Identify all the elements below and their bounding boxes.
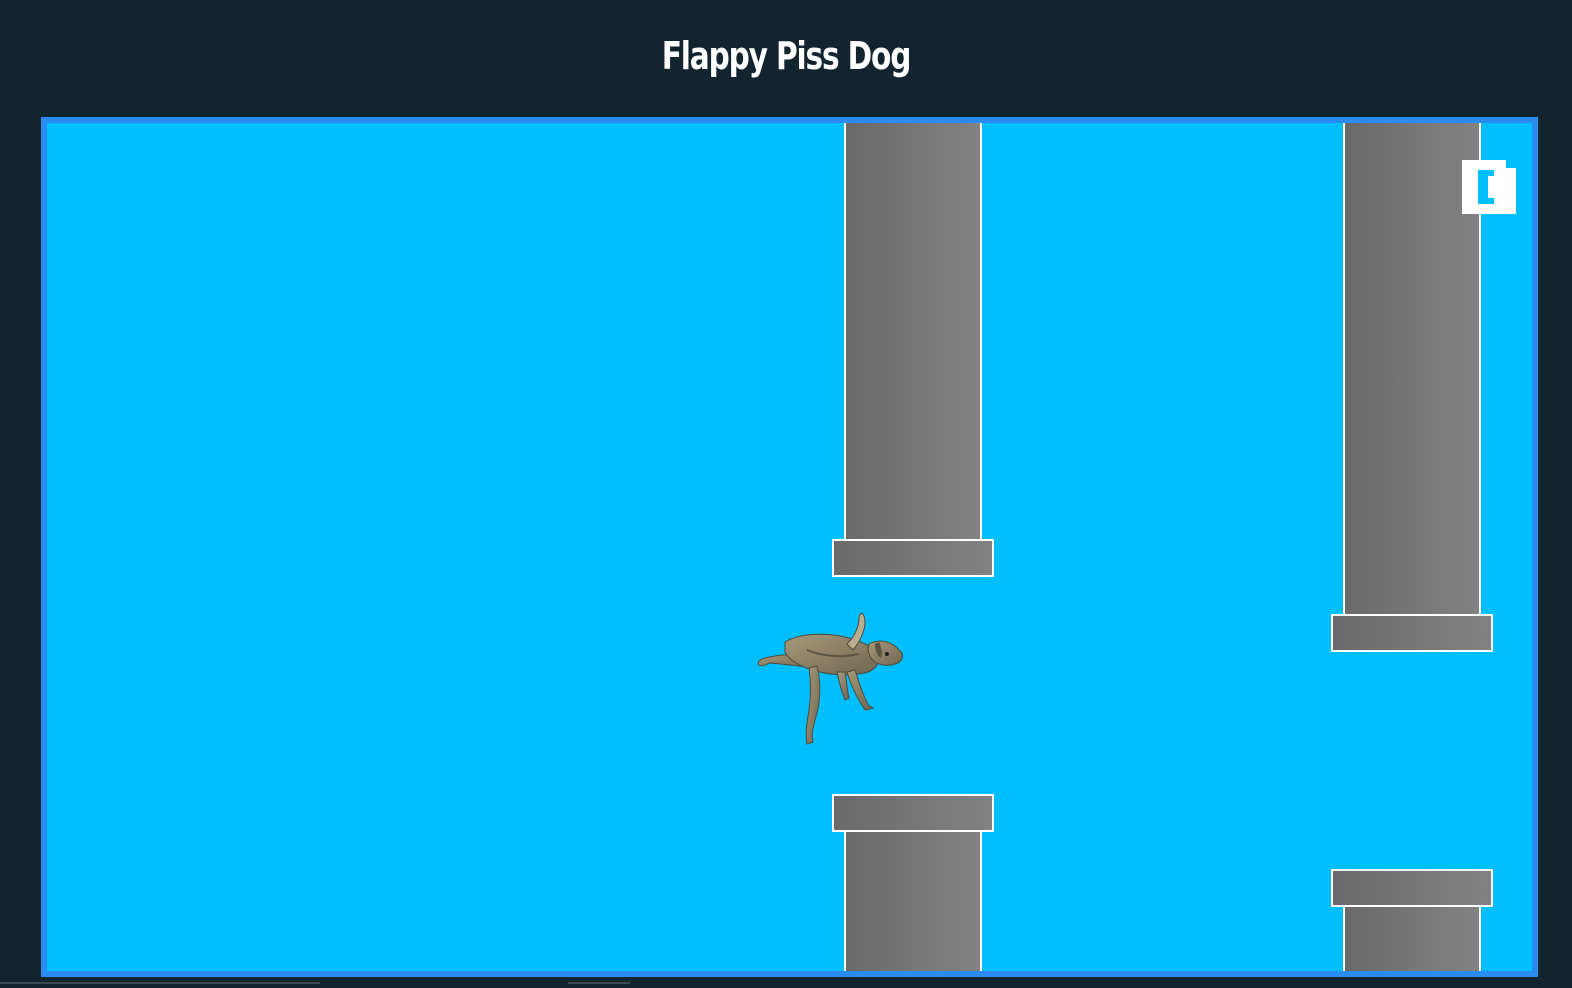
scrollbar-segment <box>0 982 320 984</box>
dog-sprite-icon <box>757 613 903 745</box>
pipe-bottom <box>1343 905 1481 971</box>
app-root: Flappy Piss Dog 0 <box>0 0 1572 988</box>
pipe-top-cap <box>832 539 994 577</box>
pipe-bottom-cap <box>832 794 994 832</box>
pipe-top <box>1343 123 1481 616</box>
page-title: Flappy Piss Dog <box>661 34 912 78</box>
pipe-bottom-cap <box>1331 869 1493 907</box>
scrollbar-segment <box>568 982 630 984</box>
pipe-bottom <box>844 830 982 971</box>
score-display: 0 <box>1462 160 1516 214</box>
pipe-top-cap <box>1331 614 1493 652</box>
pipe-top <box>844 123 982 541</box>
game-canvas[interactable]: 0 <box>41 117 1538 977</box>
bottom-strip <box>0 982 1572 988</box>
